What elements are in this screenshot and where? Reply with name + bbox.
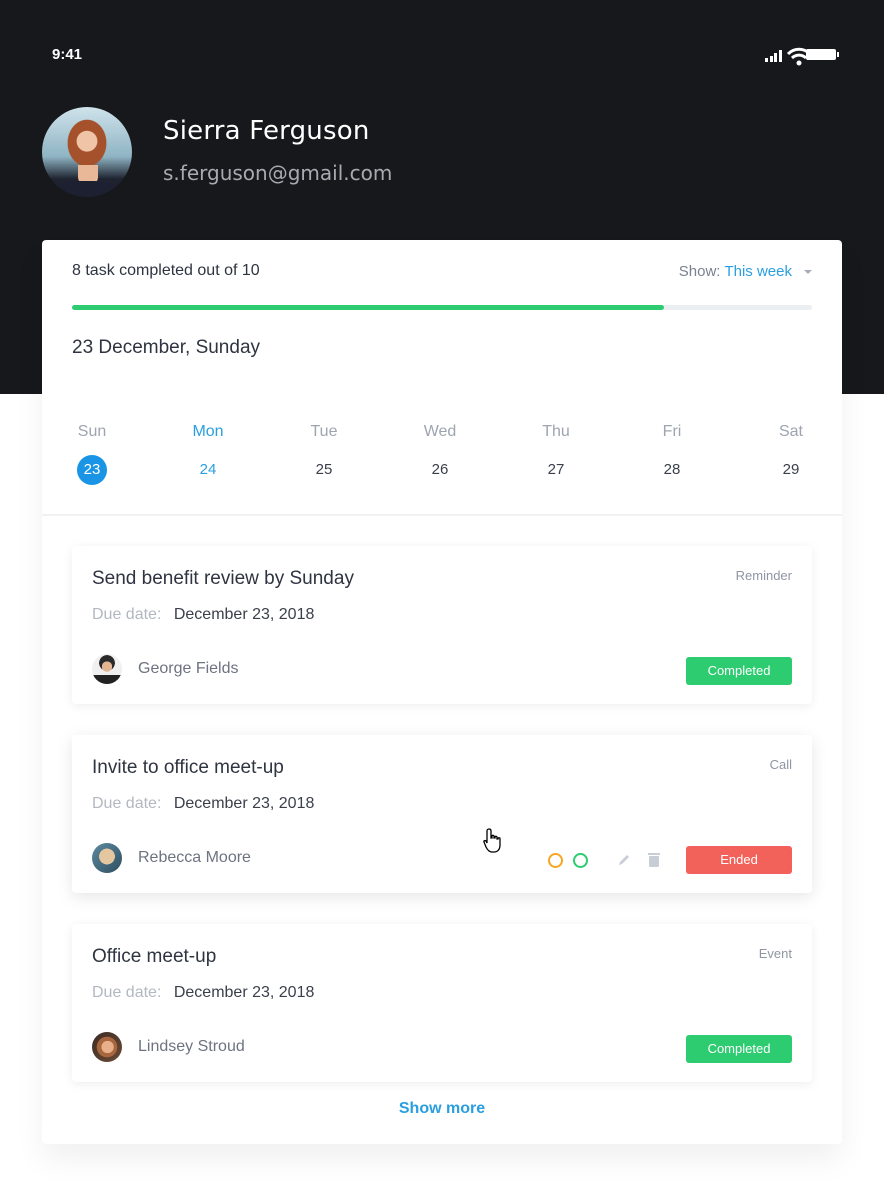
assignee-avatar xyxy=(92,654,122,684)
assignee-name: George Fields xyxy=(138,660,239,677)
task-type: Event xyxy=(758,946,792,961)
assignee-name: Rebecca Moore xyxy=(138,849,251,866)
task-card[interactable]: Office meet-up Event Due date: December … xyxy=(72,924,812,1082)
assignee-avatar xyxy=(92,843,122,873)
due-date-value: December 23, 2018 xyxy=(173,795,315,812)
mark-complete-button[interactable] xyxy=(573,852,588,868)
filter-label: Show: xyxy=(678,263,721,280)
task-due-date: Due date: December 23, 2018 xyxy=(92,795,314,813)
task-type: Reminder xyxy=(735,568,792,583)
task-type: Call xyxy=(769,757,792,772)
edit-button[interactable] xyxy=(614,851,634,869)
day-fri[interactable]: Fri 28 xyxy=(642,423,702,485)
task-assignee: George Fields xyxy=(92,654,239,684)
status-bar-icons xyxy=(765,46,839,66)
due-date-label: Due date: xyxy=(92,606,162,623)
status-badge[interactable]: Completed xyxy=(686,1035,792,1063)
day-tue[interactable]: Tue 25 xyxy=(294,423,354,485)
period-filter-dropdown[interactable]: Show: This week xyxy=(679,263,812,280)
show-more-link[interactable]: Show more xyxy=(42,1100,842,1118)
status-badge[interactable]: Completed xyxy=(686,657,792,685)
task-title: Office meet-up xyxy=(92,946,217,967)
battery-icon xyxy=(805,49,839,60)
day-mon[interactable]: Mon 24 xyxy=(178,423,238,485)
mark-pending-button[interactable] xyxy=(548,852,563,868)
pencil-icon xyxy=(619,855,629,865)
task-summary: 8 task completed out of 10 xyxy=(72,262,260,279)
task-progress-bar xyxy=(72,305,812,310)
hand-pointer-cursor-icon xyxy=(483,828,501,853)
assignee-name: Lindsey Stroud xyxy=(138,1038,245,1055)
task-due-date: Due date: December 23, 2018 xyxy=(92,606,314,624)
task-card[interactable]: Invite to office meet-up Call Due date: … xyxy=(72,735,812,893)
task-progress-fill xyxy=(72,305,664,310)
status-badge[interactable]: Ended xyxy=(686,846,792,874)
tasks-card: 8 task completed out of 10 Show: This we… xyxy=(42,240,842,1144)
profile-name: Sierra Ferguson xyxy=(163,116,370,146)
chevron-down-icon xyxy=(804,269,812,274)
day-thu[interactable]: Thu 27 xyxy=(526,423,586,485)
section-divider xyxy=(42,514,842,516)
task-assignee: Lindsey Stroud xyxy=(92,1032,245,1062)
task-title: Invite to office meet-up xyxy=(92,757,284,778)
trash-icon xyxy=(648,853,660,867)
task-actions xyxy=(548,851,664,869)
task-assignee: Rebecca Moore xyxy=(92,843,251,873)
due-date-label: Due date: xyxy=(92,795,162,812)
day-sun[interactable]: Sun 23 xyxy=(62,423,122,485)
filter-value: This week xyxy=(724,263,792,280)
due-date-value: December 23, 2018 xyxy=(173,606,315,623)
due-date-label: Due date: xyxy=(92,984,162,1001)
day-sat[interactable]: Sat 29 xyxy=(761,423,821,485)
status-bar-time: 9:41 xyxy=(52,46,83,63)
due-date-value: December 23, 2018 xyxy=(173,984,315,1001)
day-wed[interactable]: Wed 26 xyxy=(410,423,470,485)
profile-avatar[interactable] xyxy=(42,107,132,197)
task-card[interactable]: Send benefit review by Sunday Reminder D… xyxy=(72,546,812,704)
assignee-avatar xyxy=(92,1032,122,1062)
task-title: Send benefit review by Sunday xyxy=(92,568,354,589)
cellular-signal-icon xyxy=(765,50,782,62)
task-due-date: Due date: December 23, 2018 xyxy=(92,984,314,1002)
selected-date-heading: 23 December, Sunday xyxy=(72,337,261,358)
profile-email: s.ferguson@gmail.com xyxy=(163,161,393,185)
delete-button[interactable] xyxy=(644,851,664,869)
week-day-picker: Sun 23 Mon 24 Tue 25 Wed 26 Thu 27 Fri 28 Sat 2… xyxy=(42,423,842,485)
